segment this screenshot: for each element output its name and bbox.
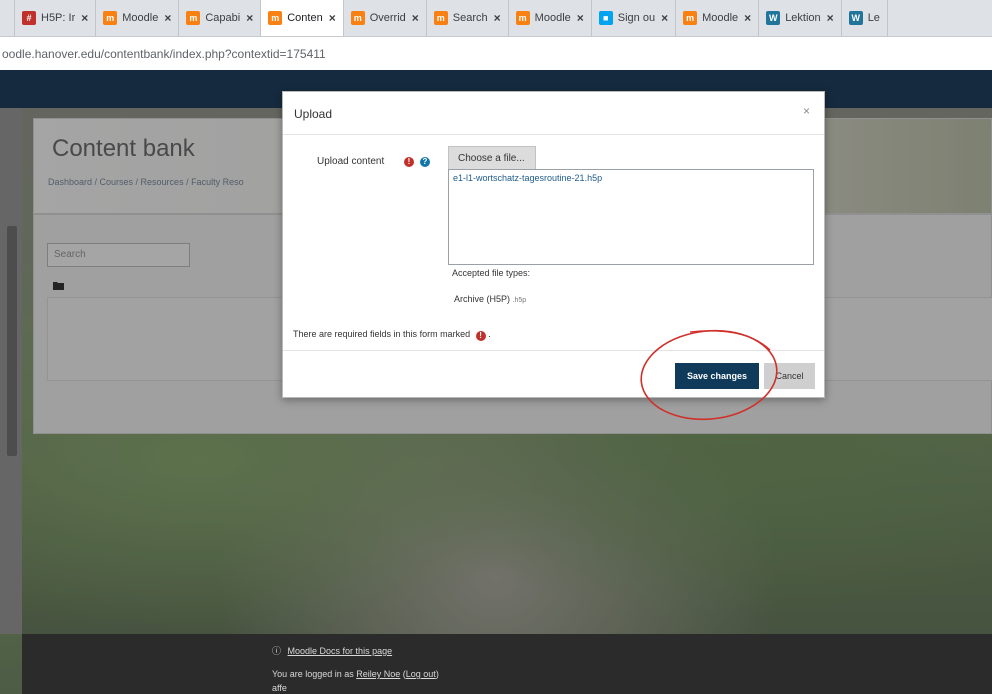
tab-close-icon[interactable]: × <box>164 11 171 25</box>
upload-content-label: Upload content <box>317 156 385 167</box>
selected-file-name[interactable]: e1-l1-wortschatz-tagesroutine-21.h5p <box>453 173 602 183</box>
browser-tab[interactable]: m Conten × <box>261 0 344 36</box>
address-bar[interactable]: oodle.hanover.edu/contentbank/index.php?… <box>0 37 992 70</box>
help-icon[interactable]: ? <box>420 157 430 167</box>
required-icon: ! <box>475 331 486 341</box>
wordpress-icon: W <box>766 11 781 25</box>
required-fields-note: There are required fields in this form m… <box>293 329 491 341</box>
docs-line: ⓘ Moodle Docs for this page <box>272 644 392 657</box>
browser-tab[interactable]: m Moodle × <box>676 0 760 36</box>
tab-title: Sign ou <box>617 12 656 24</box>
info-icon: ⓘ <box>272 646 282 656</box>
tab-title: Le <box>867 12 880 24</box>
browser-tab[interactable]: m Capabi × <box>179 0 262 36</box>
tab-partial-left[interactable] <box>0 0 15 36</box>
browser-tab[interactable]: W Lektion × <box>759 0 842 36</box>
browser-tab[interactable]: m Moodle × <box>96 0 180 36</box>
tab-close-icon[interactable]: × <box>246 11 253 25</box>
browser-tab[interactable]: m Moodle × <box>509 0 592 36</box>
tab-close-icon[interactable]: × <box>827 11 834 25</box>
tab-title: Search <box>452 12 488 24</box>
moodle-m-icon: m <box>433 11 448 25</box>
logout-link[interactable]: Log out <box>406 669 436 679</box>
tab-close-icon[interactable]: × <box>329 11 336 25</box>
accepted-type-item: Archive (H5P) .h5p <box>454 294 526 304</box>
tab-title: Moodle <box>122 12 159 24</box>
modal-title: Upload <box>294 107 333 121</box>
tab-close-icon[interactable]: × <box>744 11 751 25</box>
moodle-icon: m <box>268 11 283 25</box>
footer-extra-text: affe <box>272 683 287 693</box>
save-changes-button[interactable]: Save changes <box>675 363 759 389</box>
tab-close-icon[interactable]: × <box>412 11 419 25</box>
tab-title: Lektion <box>785 12 821 24</box>
tab-title: Conten <box>287 12 323 24</box>
upload-modal: Upload × Upload content ! ? Choose a fil… <box>282 91 825 398</box>
tab-close-icon[interactable]: × <box>661 11 668 25</box>
tab-close-icon[interactable]: × <box>494 11 501 25</box>
page-footer: ⓘ Moodle Docs for this page You are logg… <box>22 634 992 694</box>
microsoft-icon: ■ <box>598 11 613 25</box>
moodle-m-icon: m <box>186 11 201 25</box>
user-profile-link[interactable]: Reiley Noe <box>356 669 400 679</box>
required-note-text: There are required fields in this form m… <box>293 329 471 339</box>
choose-file-button[interactable]: Choose a file... <box>448 146 536 171</box>
tab-title: Capabi <box>205 12 241 24</box>
moodle-docs-link[interactable]: Moodle Docs for this page <box>288 646 393 656</box>
file-dropzone[interactable]: e1-l1-wortschatz-tagesroutine-21.h5p <box>448 169 814 265</box>
h5p-icon: # <box>22 11 36 25</box>
browser-tab[interactable]: W Le <box>842 0 888 36</box>
login-info: You are logged in as Reiley Noe (Log out… <box>272 669 439 679</box>
modal-header: Upload × <box>283 92 824 135</box>
moodle-m-icon: m <box>683 11 698 25</box>
url-text: oodle.hanover.edu/contentbank/index.php?… <box>2 46 326 61</box>
moodle-icon: m <box>103 11 118 25</box>
close-icon[interactable]: × <box>803 104 810 118</box>
logged-in-prefix: You are logged in as <box>272 669 354 679</box>
required-icon: ! <box>404 157 414 167</box>
tab-title: Moodle <box>702 12 739 24</box>
filetype-extension: .h5p <box>512 297 527 304</box>
tab-close-icon[interactable]: × <box>577 11 584 25</box>
browser-tab[interactable]: # H5P: Ir × <box>15 0 97 36</box>
browser-tab[interactable]: ■ Sign ou × <box>592 0 677 36</box>
accepted-types-label: Accepted file types: <box>452 268 531 278</box>
cancel-button[interactable]: Cancel <box>764 363 815 389</box>
tab-close-icon[interactable]: × <box>81 11 88 25</box>
browser-tab[interactable]: m Overrid × <box>344 0 427 36</box>
moodle-m-icon: m <box>515 11 530 25</box>
wordpress-icon: W <box>848 11 863 25</box>
browser-tab[interactable]: m Search × <box>427 0 509 36</box>
filetype-name: Archive (H5P) <box>454 294 511 304</box>
tab-title: H5P: Ir <box>41 12 76 24</box>
tab-title: Moodle <box>534 12 571 24</box>
moodle-m-icon: m <box>350 11 365 25</box>
tab-title: Overrid <box>369 12 406 24</box>
browser-tab-bar: # H5P: Ir × m Moodle × m Capabi × m Conten × m Overri… <box>0 0 992 37</box>
